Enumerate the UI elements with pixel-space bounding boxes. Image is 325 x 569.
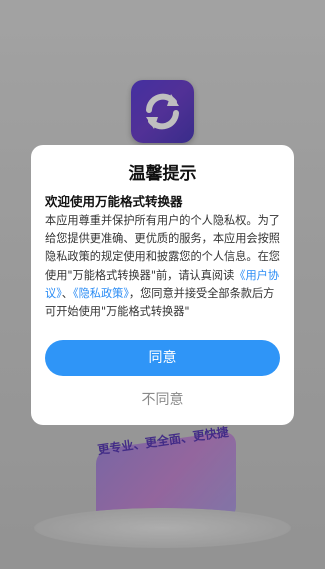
- dialog-heading: 欢迎使用万能格式转换器: [45, 194, 183, 209]
- privacy-dialog: 温馨提示 欢迎使用万能格式转换器 本应用尊重并保护所有用户的个人隐私权。为了给您…: [31, 145, 294, 425]
- privacy-policy-link[interactable]: 《隐私政策》: [73, 287, 129, 300]
- dialog-title: 温馨提示: [128, 164, 197, 184]
- disagree-button[interactable]: 不同意: [31, 389, 294, 409]
- dialog-body: 本应用尊重并保护所有用户的个人隐私权。为了给您提供更准确、更优质的服务，本应用会…: [45, 212, 280, 338]
- agree-button[interactable]: 同意: [45, 340, 280, 376]
- separator-text: 、: [61, 286, 73, 300]
